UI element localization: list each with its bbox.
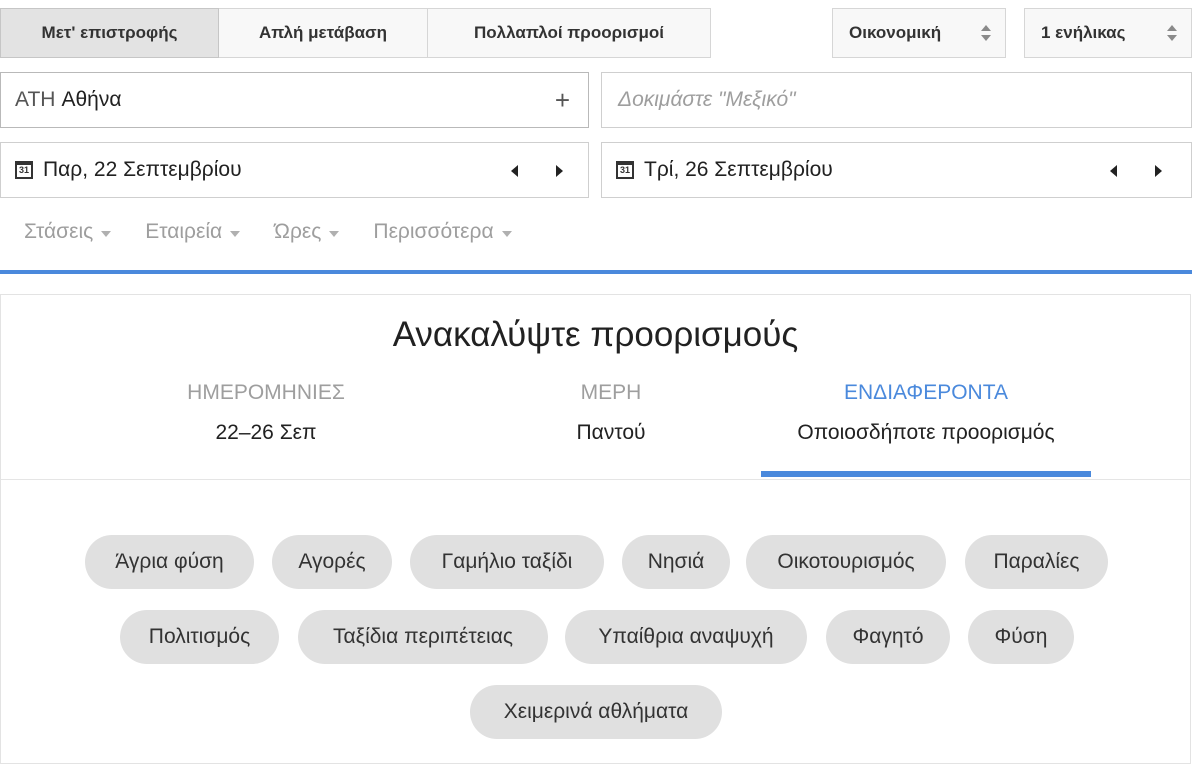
add-origin-icon[interactable]: +: [555, 85, 570, 115]
tab-places[interactable]: ΜΕΡΗ Παντού: [471, 381, 751, 445]
tab-label: ΜΕΡΗ: [580, 381, 642, 404]
caret-down-icon: [230, 230, 241, 237]
interest-chip[interactable]: Οικοτουρισμός: [746, 535, 946, 589]
tab-value: Παντού: [576, 421, 646, 444]
interest-chip[interactable]: Αγορές: [272, 535, 392, 589]
interest-chip[interactable]: Άγρια φύση: [85, 535, 254, 589]
depart-date-field[interactable]: 31 Παρ, 22 Σεπτεμβρίου: [0, 142, 589, 198]
depart-date: Παρ, 22 Σεπτεμβρίου: [43, 158, 242, 181]
tab-value: Οποιοσδήποτε προορισμός: [797, 421, 1055, 444]
accent-divider: [0, 270, 1192, 274]
origin-code: ATH: [15, 88, 56, 111]
origin-city: Αθήνα: [61, 88, 122, 111]
destination-placeholder: Δοκιμάστε "Μεξικό": [618, 88, 796, 111]
return-date: Τρί, 26 Σεπτεμβρίου: [644, 158, 833, 181]
origin-input[interactable]: ATH Αθήνα +: [0, 72, 589, 128]
filter-bar: Στάσεις Εταιρεία Ώρες Περισσότερα: [24, 220, 546, 244]
up-down-arrows-icon: [1167, 23, 1177, 43]
explore-panel: Ανακαλύψτε προορισμούς ΗΜΕΡΟΜΗΝΙΕΣ 22–26…: [0, 294, 1191, 764]
filter-stops[interactable]: Στάσεις: [24, 220, 112, 244]
cabin-class-select[interactable]: Οικονομική: [832, 8, 1006, 58]
calendar-icon: 31: [616, 161, 634, 179]
tab-interests[interactable]: ΕΝΔΙΑΦΕΡΟΝΤΑ Οποιοσδήποτε προορισμός: [761, 381, 1091, 445]
interest-chip[interactable]: Πολιτισμός: [120, 610, 279, 664]
filter-airline[interactable]: Εταιρεία: [145, 220, 241, 244]
tab-label: ΗΜΕΡΟΜΗΝΙΕΣ: [187, 381, 345, 404]
interest-chip[interactable]: Ταξίδια περιπέτειας: [298, 610, 548, 664]
tab-one-way[interactable]: Απλή μετάβαση: [219, 8, 428, 58]
return-date-field[interactable]: 31 Τρί, 26 Σεπτεμβρίου: [601, 142, 1192, 198]
destination-input[interactable]: Δοκιμάστε "Μεξικό": [601, 72, 1192, 128]
up-down-arrows-icon: [981, 23, 991, 43]
tab-round-trip[interactable]: Μετ' επιστροφής: [0, 8, 219, 58]
prev-day-icon[interactable]: [511, 165, 518, 177]
filter-more[interactable]: Περισσότερα: [373, 220, 512, 244]
calendar-icon: 31: [15, 161, 33, 179]
cabin-class-value: Οικονομική: [849, 23, 942, 42]
passengers-select[interactable]: 1 ενήλικας: [1024, 8, 1192, 58]
filter-times[interactable]: Ώρες: [274, 220, 340, 244]
caret-down-icon: [329, 230, 340, 237]
interest-chip[interactable]: Χειμερινά αθλήματα: [470, 685, 722, 739]
trip-type-selector: Μετ' επιστροφής Απλή μετάβαση Πολλαπλοί …: [0, 8, 711, 58]
interest-chip[interactable]: Φύση: [968, 610, 1074, 664]
explore-title: Ανακαλύψτε προορισμούς: [392, 315, 799, 354]
tab-dates[interactable]: ΗΜΕΡΟΜΗΝΙΕΣ 22–26 Σεπ: [121, 381, 411, 445]
next-day-icon[interactable]: [1155, 165, 1162, 177]
prev-day-icon[interactable]: [1110, 165, 1117, 177]
next-day-icon[interactable]: [556, 165, 563, 177]
tab-value: 22–26 Σεπ: [215, 421, 317, 444]
interest-chip[interactable]: Νησιά: [622, 535, 730, 589]
active-tab-indicator: [761, 471, 1091, 477]
interest-chip[interactable]: Παραλίες: [965, 535, 1108, 589]
caret-down-icon: [101, 230, 112, 237]
panel-divider: [1, 479, 1190, 480]
tab-label: ΕΝΔΙΑΦΕΡΟΝΤΑ: [844, 381, 1008, 404]
passengers-value: 1 ενήλικας: [1041, 23, 1126, 42]
interest-chip[interactable]: Γαμήλιο ταξίδι: [410, 535, 604, 589]
tab-multi-city[interactable]: Πολλαπλοί προορισμοί: [428, 8, 711, 58]
interest-chip[interactable]: Υπαίθρια αναψυχή: [565, 610, 807, 664]
interest-chip[interactable]: Φαγητό: [826, 610, 950, 664]
caret-down-icon: [501, 230, 512, 237]
